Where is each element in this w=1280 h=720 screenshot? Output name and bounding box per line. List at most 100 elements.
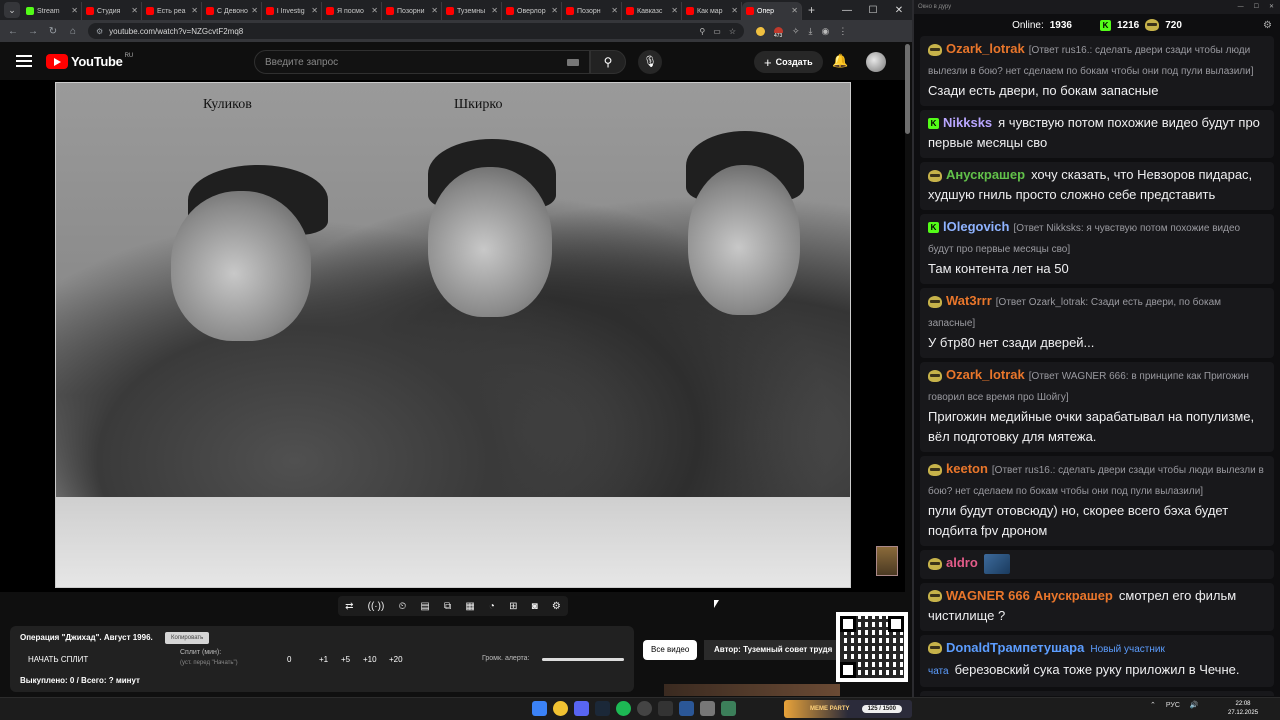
voice-search-button[interactable]: 🎙 xyxy=(638,50,662,74)
home-icon[interactable]: ⌂ xyxy=(66,26,80,37)
chat-message[interactable]: WAGNER 666 Анускрашер смотрел его фильм чи… xyxy=(920,582,1274,631)
zoom-icon[interactable]: ⚲ xyxy=(699,27,705,36)
forward-icon[interactable]: → xyxy=(26,26,40,37)
browser-tab[interactable]: Я посмо ✕ xyxy=(322,2,382,20)
tab-close-icon[interactable]: ✕ xyxy=(251,6,258,15)
broadcast-icon[interactable]: ((·)) xyxy=(368,601,385,612)
app-icon[interactable] xyxy=(721,701,736,716)
pip-icon[interactable]: ⧉ xyxy=(444,601,451,612)
search-input[interactable]: Введите запрос xyxy=(254,50,590,74)
tab-close-icon[interactable]: ✕ xyxy=(431,6,438,15)
app-icon[interactable] xyxy=(679,701,694,716)
author-button[interactable]: Автор: Туземный совет трудя xyxy=(704,640,836,660)
chat-message[interactable]: Ozark_lotrak [Ответ rus16.: сделать двери… xyxy=(920,36,1274,106)
cast-icon[interactable]: ▭ xyxy=(713,27,721,36)
chat-settings-icon[interactable]: ⚙ xyxy=(1263,20,1272,31)
start-split-button[interactable]: НАЧАТЬ СПЛИТ xyxy=(28,655,88,664)
download-icon[interactable]: ⤓ xyxy=(809,26,813,37)
tab-search-button[interactable]: ⌄ xyxy=(4,2,20,18)
alert-volume-slider[interactable] xyxy=(542,658,624,661)
increment-button[interactable]: +5 xyxy=(341,655,350,664)
chat-username[interactable]: Ozark_lotrak xyxy=(946,41,1025,56)
chat-username[interactable]: WAGNER 666 xyxy=(946,588,1030,603)
increment-button[interactable]: +20 xyxy=(389,655,403,664)
video-player[interactable]: Куликов Шкирко xyxy=(0,80,905,592)
chat-message[interactable]: keeton [Ответ rus16.: сделать двери сзади… xyxy=(920,456,1274,546)
channel-watermark[interactable] xyxy=(876,546,898,576)
browser-tab[interactable]: Опер ✕ xyxy=(742,2,802,20)
browser-tab[interactable]: Как мар ✕ xyxy=(682,2,742,20)
chat-username[interactable]: aldro xyxy=(946,555,978,570)
meme-party-widget[interactable]: МЕМЕ PARTY 125 / 1500 xyxy=(784,700,912,718)
tab-close-icon[interactable]: ✕ xyxy=(731,6,738,15)
chat-message[interactable]: DonaldТрампетушара Новый участник чата бер… xyxy=(920,634,1274,687)
browser-tab[interactable]: Туземны ✕ xyxy=(442,2,502,20)
chat-username[interactable]: DonaldТрампетушара xyxy=(946,640,1084,655)
hamburger-menu-icon[interactable] xyxy=(16,55,32,67)
spotify-icon[interactable] xyxy=(616,701,631,716)
app-icon[interactable] xyxy=(700,701,715,716)
app-icon[interactable] xyxy=(658,701,673,716)
maximize-button[interactable]: ☐ xyxy=(1254,0,1259,14)
tab-close-icon[interactable]: ✕ xyxy=(311,6,318,15)
chat-message[interactable]: KlOlegovich [Ответ Nikksks: я чувствую по… xyxy=(920,214,1274,284)
extension-badge-icon[interactable]: 473 xyxy=(773,26,784,39)
steam-icon[interactable] xyxy=(595,701,610,716)
tab-close-icon[interactable]: ✕ xyxy=(191,6,198,15)
url-field[interactable]: ⚙ youtube.com/watch?v=NZGcvtF2mq8 ⚲ ▭ ☆ xyxy=(88,23,744,39)
chat-username[interactable]: Wat3rrr xyxy=(946,293,992,308)
close-button[interactable]: ✕ xyxy=(886,5,912,16)
chat-message[interactable]: Ozark_lotrak [Ответ WAGNER 666: в принцип… xyxy=(920,362,1274,452)
chat-message[interactable]: ne_tvoyМГААААА3Ь xyxy=(920,690,1274,696)
watch-later-icon[interactable]: ⏲ xyxy=(398,601,406,612)
increment-button[interactable]: +1 xyxy=(319,655,328,664)
chat-message[interactable]: Анускрашер хочу сказать, что Невзоров пид… xyxy=(920,162,1274,210)
browser-tab[interactable]: Есть реа ✕ xyxy=(142,2,202,20)
speed-icon[interactable]: ◔ xyxy=(489,601,495,612)
tab-close-icon[interactable]: ✕ xyxy=(491,6,498,15)
chat-username[interactable]: lOlegovich xyxy=(943,219,1009,234)
discord-icon[interactable] xyxy=(574,701,589,716)
youtube-logo[interactable]: YouTube RU xyxy=(46,53,133,69)
browser-tab[interactable]: Stream ✕ xyxy=(22,2,82,20)
tab-close-icon[interactable]: ✕ xyxy=(371,6,378,15)
chat-message-list[interactable]: Ozark_lotrak [Ответ rus16.: сделать двери… xyxy=(920,36,1274,696)
tab-close-icon[interactable]: ✕ xyxy=(131,6,138,15)
avatar[interactable] xyxy=(866,52,886,72)
new-tab-button[interactable]: + xyxy=(808,3,815,17)
reload-icon[interactable]: ↻ xyxy=(46,26,60,37)
chat-username[interactable]: Анускрашер xyxy=(946,167,1025,182)
tab-close-icon[interactable]: ✕ xyxy=(71,6,78,15)
puzzle-icon[interactable]: ✧ xyxy=(792,26,800,37)
tab-close-icon[interactable]: ✕ xyxy=(791,6,798,15)
tray-expand-icon[interactable]: ⌃ xyxy=(1150,701,1156,709)
browser-tab[interactable]: Студия ✕ xyxy=(82,2,142,20)
tab-close-icon[interactable]: ✕ xyxy=(611,6,618,15)
chat-mention[interactable]: Анускрашер xyxy=(1034,588,1113,603)
extension-icon[interactable] xyxy=(756,26,765,36)
menu-icon[interactable]: ⋮ xyxy=(838,26,847,37)
all-videos-button[interactable]: Все видео xyxy=(643,640,698,660)
profile-icon[interactable]: ◉ xyxy=(822,26,830,37)
clapper-icon[interactable]: ▤ xyxy=(420,601,429,612)
windows-start-icon[interactable] xyxy=(532,701,547,716)
maximize-button[interactable]: ☐ xyxy=(860,5,886,16)
chrome-icon[interactable] xyxy=(553,701,568,716)
bookmark-star-icon[interactable]: ☆ xyxy=(729,27,736,36)
browser-tab[interactable]: Позорн ✕ xyxy=(562,2,622,20)
minimize-button[interactable]: — xyxy=(1238,0,1244,14)
back-icon[interactable]: ← xyxy=(6,26,20,37)
create-button[interactable]: + Создать xyxy=(754,51,823,73)
notifications-bell-icon[interactable]: 🔔 xyxy=(832,53,848,69)
screenshot-icon[interactable]: ◙ xyxy=(532,601,538,612)
chat-message[interactable]: aldro xyxy=(920,550,1274,579)
browser-tab[interactable]: С Девоно ✕ xyxy=(202,2,262,20)
page-scrollbar[interactable] xyxy=(905,44,910,134)
language-indicator[interactable]: РУС xyxy=(1166,702,1180,709)
copy-button[interactable]: Копировать xyxy=(165,632,210,644)
theater-icon[interactable]: ▦ xyxy=(465,601,474,612)
chat-username[interactable]: Ozark_lotrak xyxy=(946,367,1025,382)
chat-username[interactable]: Nikksks xyxy=(943,115,992,130)
settings-gear-icon[interactable]: ⚙ xyxy=(552,601,561,612)
close-button[interactable]: ✕ xyxy=(1269,0,1274,14)
